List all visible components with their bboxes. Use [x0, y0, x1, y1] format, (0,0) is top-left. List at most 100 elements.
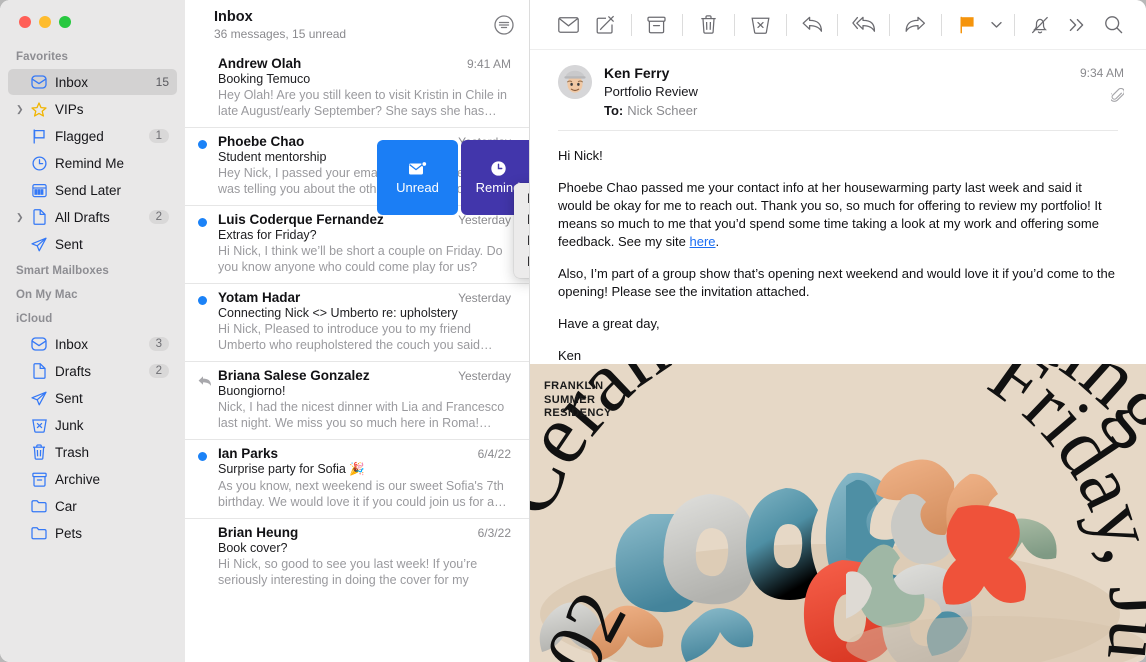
message-list-subtitle: 36 messages, 15 unread [214, 27, 347, 41]
calendar-icon [28, 183, 50, 198]
message-preview: As you know, next weekend is our sweet S… [218, 479, 507, 509]
sidebar-item-trash[interactable]: Trash [8, 439, 177, 465]
delete-button[interactable] [690, 8, 727, 42]
reply-button[interactable] [794, 8, 831, 42]
context-menu-item[interactable]: Remind me Tonight [514, 209, 529, 230]
message-list-item[interactable]: Luis Coderque Fernandez Yesterday Extras f… [185, 205, 529, 283]
flag-button[interactable] [949, 8, 986, 42]
toolbar-separator [940, 13, 942, 36]
sidebar-item-label: Trash [55, 444, 90, 460]
flag-dropdown-button[interactable] [986, 8, 1007, 42]
sidebar-item-junk[interactable]: Junk [8, 412, 177, 438]
message-list-item[interactable]: Briana Salese Gonzalez Yesterday Buongiorn… [185, 361, 529, 439]
star-icon [28, 101, 50, 117]
filter-icon[interactable] [493, 14, 515, 36]
inbox-icon [28, 337, 50, 351]
to-value[interactable]: Nick Scheer [627, 103, 697, 118]
sidebar-item-archive[interactable]: Archive [8, 466, 177, 492]
message-row-top: Brian Heung 6/3/22 [218, 525, 511, 540]
sidebar-item-remind-me[interactable]: Remind Me [8, 150, 177, 176]
reply-all-button[interactable] [845, 8, 882, 42]
reading-pane: Ken Ferry Portfolio Review To: Nick Schee… [530, 0, 1146, 662]
flag-icon [28, 128, 50, 144]
message-list-item[interactable]: Andrew Olah 9:41 AM Booking Temuco Hey Olah… [185, 50, 529, 127]
message-meta: 9:34 AM [1079, 66, 1125, 108]
message-sender: Yotam Hadar [218, 290, 301, 305]
message-list-item[interactable]: Brian Heung 6/3/22 Book cover? Hi Nick, so … [185, 518, 529, 596]
sidebar-item-label: Pets [55, 525, 83, 541]
message-time: 9:34 AM [1079, 66, 1124, 80]
chevron-right-icon[interactable]: ❯ [16, 212, 28, 222]
sidebar-item-all-drafts[interactable]: ❯ All Drafts 2 [8, 204, 177, 230]
site-link[interactable]: here [690, 234, 716, 249]
sidebar-item-label: Junk [55, 417, 84, 433]
body-p1-text-before: Phoebe Chao passed me your contact info … [558, 180, 1102, 249]
toolbar-separator [785, 13, 787, 36]
sidebar-section-header: On My Mac [16, 289, 78, 301]
body-greeting: Hi Nick! [558, 148, 603, 163]
message-date: Yesterday [458, 291, 511, 305]
message-sender-name: Ken Ferry [604, 65, 670, 81]
message-subject: Booking Temuco [218, 72, 311, 86]
sidebar-item-inbox[interactable]: Inbox 15 [8, 69, 177, 95]
trash-icon [28, 444, 50, 460]
swipe-action-unread[interactable]: Unread [377, 140, 458, 215]
context-menu-item[interactable]: Remind me in 1 hour [514, 188, 529, 209]
unread-indicator [198, 452, 207, 461]
remind-me-context-menu: Remind me in 1 hourRemind me TonightRemi… [514, 183, 529, 278]
search-button[interactable] [1095, 8, 1132, 42]
sidebar-item-send-later[interactable]: Send Later [8, 177, 177, 203]
forward-button[interactable] [897, 8, 934, 42]
context-menu-item[interactable]: Remind me Later… [514, 251, 529, 272]
mark-unread-button[interactable] [550, 8, 587, 42]
more-button[interactable] [1059, 8, 1096, 42]
poster-kicker-line-3: RESIDENCY [544, 407, 612, 419]
sidebar-item-label: Sent [55, 236, 83, 252]
traffic-lights [0, 0, 185, 44]
mute-button[interactable] [1022, 8, 1059, 42]
sidebar-item-car[interactable]: Car [8, 493, 177, 519]
message-preview: Nick, I had the nicest dinner with Lia a… [218, 400, 505, 430]
sidebar-item-pets[interactable]: Pets [8, 520, 177, 546]
envelope-icon [558, 16, 579, 33]
sidebar-item-flagged[interactable]: Flagged 1 [8, 123, 177, 149]
chevrons-right-icon [1069, 18, 1084, 31]
sidebar-item-sent[interactable]: Sent [8, 231, 177, 257]
junk-button[interactable] [742, 8, 779, 42]
message-row-top: Briana Salese Gonzalez Yesterday [218, 368, 511, 383]
poster-kicker-line-1: FRANKLIN [544, 380, 604, 392]
sidebar-item-label: All Drafts [55, 209, 110, 225]
archive-button[interactable] [638, 8, 675, 42]
attachment-poster[interactable]: FRANKLIN SUMMER RESIDENCY ra Frida 02 [530, 364, 1146, 662]
toolbar-separator [682, 13, 684, 36]
sidebar-section-header: iCloud [16, 313, 53, 325]
sidebar-item-sent[interactable]: Sent [8, 385, 177, 411]
sidebar-item-label: Inbox [55, 336, 89, 352]
toolbar-separator [889, 13, 891, 36]
flag-icon [960, 16, 974, 33]
minimize-button[interactable] [39, 16, 51, 28]
sidebar-item-count: 2 [148, 210, 169, 224]
chevron-right-icon[interactable]: ❯ [16, 104, 28, 114]
message-date: 6/3/22 [477, 526, 511, 540]
sidebar-item-inbox[interactable]: Inbox 3 [8, 331, 177, 357]
message-list-item[interactable]: Yotam Hadar Yesterday Connecting Nick <> U… [185, 283, 529, 361]
sidebar-item-label: Car [55, 498, 77, 514]
close-button[interactable] [19, 16, 31, 28]
clock-icon [490, 161, 506, 176]
compose-button[interactable] [587, 8, 624, 42]
sidebar-item-drafts[interactable]: Drafts 2 [8, 358, 177, 384]
message-subject: Buongiorno! [218, 384, 286, 398]
context-menu-item[interactable]: Remind me Tomorrow [514, 230, 529, 251]
message-body: Hi Nick! Phoebe Chao passed me your cont… [530, 131, 1146, 385]
message-preview: Hi Nick, I think we’ll be short a couple… [218, 244, 503, 274]
search-icon [1105, 16, 1123, 34]
document-icon [28, 209, 50, 225]
message-list-item[interactable]: Ian Parks 6/4/22 Surprise party for Sofia … [185, 439, 529, 518]
paperclip-icon[interactable] [1080, 87, 1125, 108]
memoji-avatar [558, 65, 592, 99]
zoom-button[interactable] [59, 16, 71, 28]
sidebar-item-vips[interactable]: ❯ VIPs [8, 96, 177, 122]
sidebar-item-count: 15 [155, 75, 169, 89]
message-subject: Surprise party for Sofia 🎉 [218, 462, 365, 476]
